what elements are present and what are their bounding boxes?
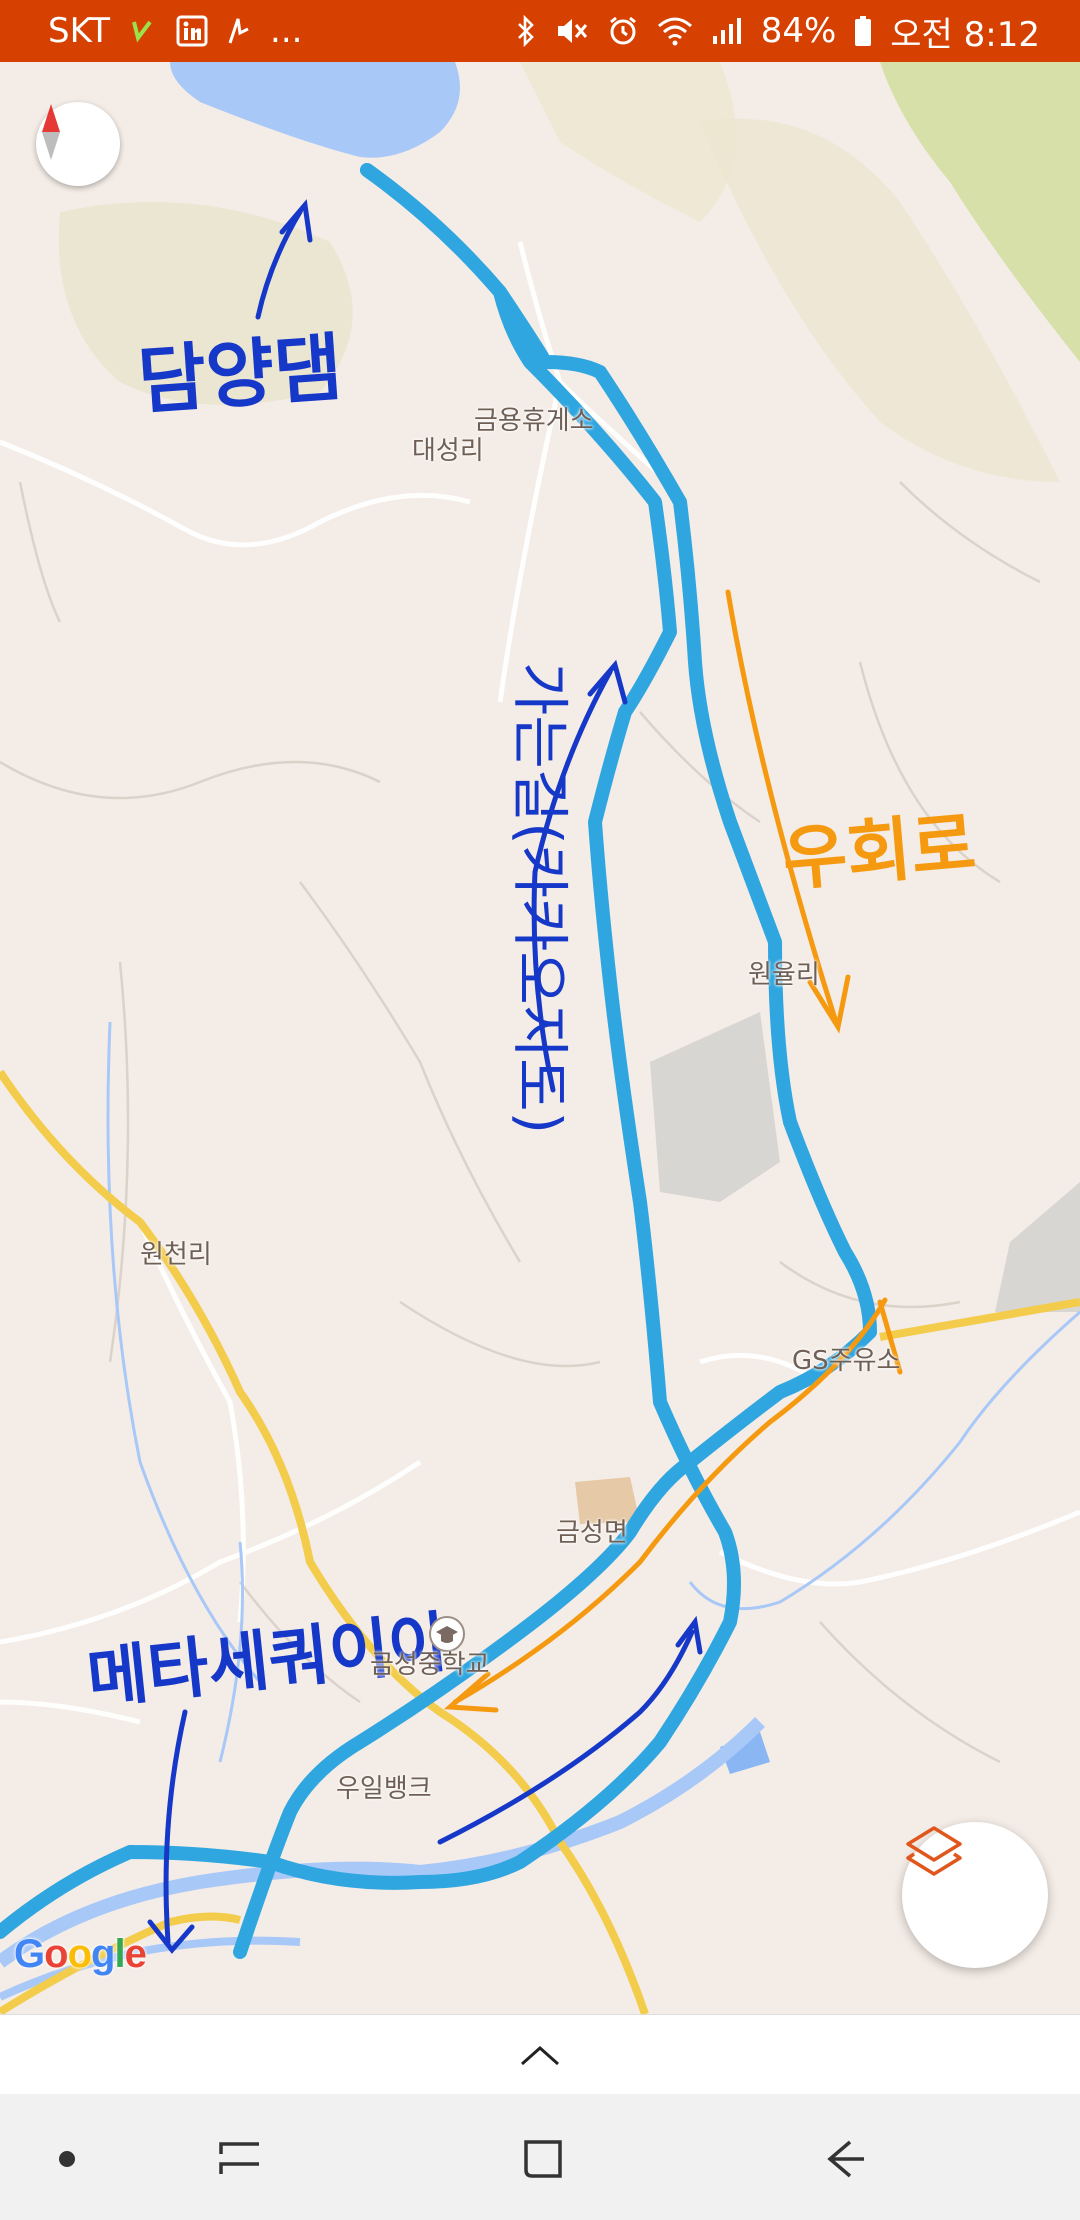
app-notification-icon	[128, 16, 158, 46]
more-notifications: ...	[270, 11, 303, 51]
activity-icon	[226, 15, 252, 47]
home-icon	[524, 2140, 562, 2178]
recent-apps-icon	[219, 2142, 259, 2174]
navigation-bar	[0, 2094, 1080, 2220]
place-label[interactable]: GS주유소	[792, 1340, 900, 1377]
compass-icon	[42, 104, 60, 160]
industrial-area-2	[995, 1182, 1080, 1312]
map-view[interactable]: 담양댐 가는길(카카오지도) 우회로 메타세쿼이아 금용휴게소 대성리 원율리 …	[0, 62, 1080, 2014]
home-button[interactable]	[508, 2124, 578, 2194]
place-label[interactable]: 금성면	[556, 1512, 628, 1549]
google-attribution: Google	[14, 1932, 147, 1976]
back-icon	[827, 2140, 864, 2178]
layers-icon	[906, 1826, 962, 1876]
note-damyang-dam: 담양댐	[135, 325, 345, 425]
battery-icon	[854, 15, 872, 47]
bottom-sheet-handle[interactable]	[0, 2014, 1080, 2095]
compass-button[interactable]	[36, 102, 120, 186]
hill-terrain-2	[520, 62, 736, 222]
place-label[interactable]: 금성중학교	[370, 1644, 490, 1681]
place-label[interactable]: 원율리	[748, 954, 820, 991]
wifi-icon	[657, 16, 693, 46]
alarm-icon	[607, 15, 639, 47]
chevron-up-icon	[521, 2045, 559, 2066]
place-label[interactable]: 원천리	[140, 1234, 212, 1271]
carrier-label: SKT	[48, 11, 111, 51]
dot-button[interactable]	[32, 2124, 102, 2194]
place-label[interactable]: 우일뱅크	[336, 1768, 432, 1805]
industrial-area	[650, 1012, 780, 1202]
bluetooth-icon	[515, 15, 537, 47]
note-detour: 우회로	[779, 802, 979, 901]
status-bar: SKT ... 84% 오전 8:12	[0, 0, 1080, 62]
recent-apps-button[interactable]	[205, 2124, 275, 2194]
reservoir-water	[170, 62, 460, 158]
dot-icon	[59, 2151, 75, 2167]
place-label[interactable]: 대성리	[412, 430, 484, 467]
layers-button[interactable]	[902, 1822, 1048, 1968]
note-route-kakao: 가는길(카카오지도)	[506, 662, 574, 1134]
place-label[interactable]: 금용휴게소	[474, 400, 594, 437]
linkedin-icon	[176, 15, 208, 47]
signal-icon	[711, 16, 743, 46]
mute-icon	[555, 15, 589, 47]
back-button[interactable]	[810, 2124, 880, 2194]
battery-percent: 84%	[760, 11, 837, 51]
map-canvas: 담양댐 가는길(카카오지도) 우회로 메타세쿼이아	[0, 62, 1080, 2014]
clock: 오전 8:12	[890, 14, 1040, 55]
